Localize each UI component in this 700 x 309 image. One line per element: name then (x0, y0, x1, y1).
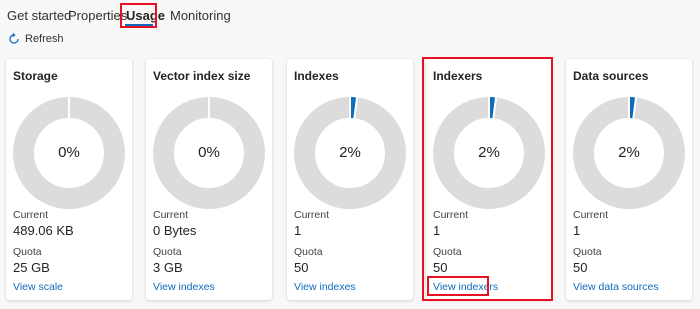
quota-value: 25 GB (13, 260, 50, 275)
view-indexers-link-highlight (427, 276, 489, 296)
usage-card-data-sources: Data sources 2% Current 1 Quota 50 View data s… (566, 59, 692, 300)
quota-value: 50 (573, 260, 588, 275)
usage-card-storage: Storage 0% Current 489.06 KB Quota 25 GB View … (6, 59, 132, 300)
current-label: Current (13, 209, 49, 221)
tab-monitoring[interactable]: Monitoring (170, 8, 231, 23)
quota-label: Quota (294, 246, 323, 258)
current-value: 0 Bytes (153, 223, 197, 238)
quota-label: Quota (13, 246, 42, 258)
card-link[interactable]: View indexes (153, 281, 215, 293)
usage-percent: 2% (618, 144, 640, 161)
usage-card-vector-index-size: Vector index size 0% Current 0 Bytes Quota 3 … (146, 59, 272, 300)
card-title: Storage (13, 69, 58, 83)
card-link[interactable]: View data sources (573, 281, 659, 293)
quota-label: Quota (153, 246, 182, 258)
current-value: 1 (573, 223, 581, 238)
refresh-label: Refresh (25, 33, 64, 45)
tab-usage-highlight (120, 3, 157, 28)
card-link[interactable]: View indexes (294, 281, 356, 293)
refresh-button[interactable]: Refresh (8, 31, 64, 47)
card-link[interactable]: View scale (13, 281, 63, 293)
usage-percent: 2% (339, 144, 361, 161)
quota-value: 3 GB (153, 260, 183, 275)
current-label: Current (573, 209, 609, 221)
usage-percent: 0% (198, 144, 220, 161)
quota-label: Quota (573, 246, 602, 258)
card-title: Vector index size (153, 69, 251, 83)
tab-get-started[interactable]: Get started (7, 8, 71, 23)
current-value: 489.06 KB (13, 223, 74, 238)
card-title: Data sources (573, 69, 649, 83)
usage-percent: 0% (58, 144, 80, 161)
current-label: Current (294, 209, 330, 221)
usage-card-indexes: Indexes 2% Current 1 Quota 50 View indexes (287, 59, 413, 300)
indexers-card-highlight (422, 57, 553, 301)
refresh-icon (9, 33, 19, 44)
current-label: Current (153, 209, 189, 221)
quota-value: 50 (294, 260, 309, 275)
tab-properties[interactable]: Properties (68, 8, 127, 23)
card-title: Indexes (294, 69, 339, 83)
current-value: 1 (294, 223, 302, 238)
tab-bar: Get started Properties Usage Monitoring (0, 0, 700, 30)
